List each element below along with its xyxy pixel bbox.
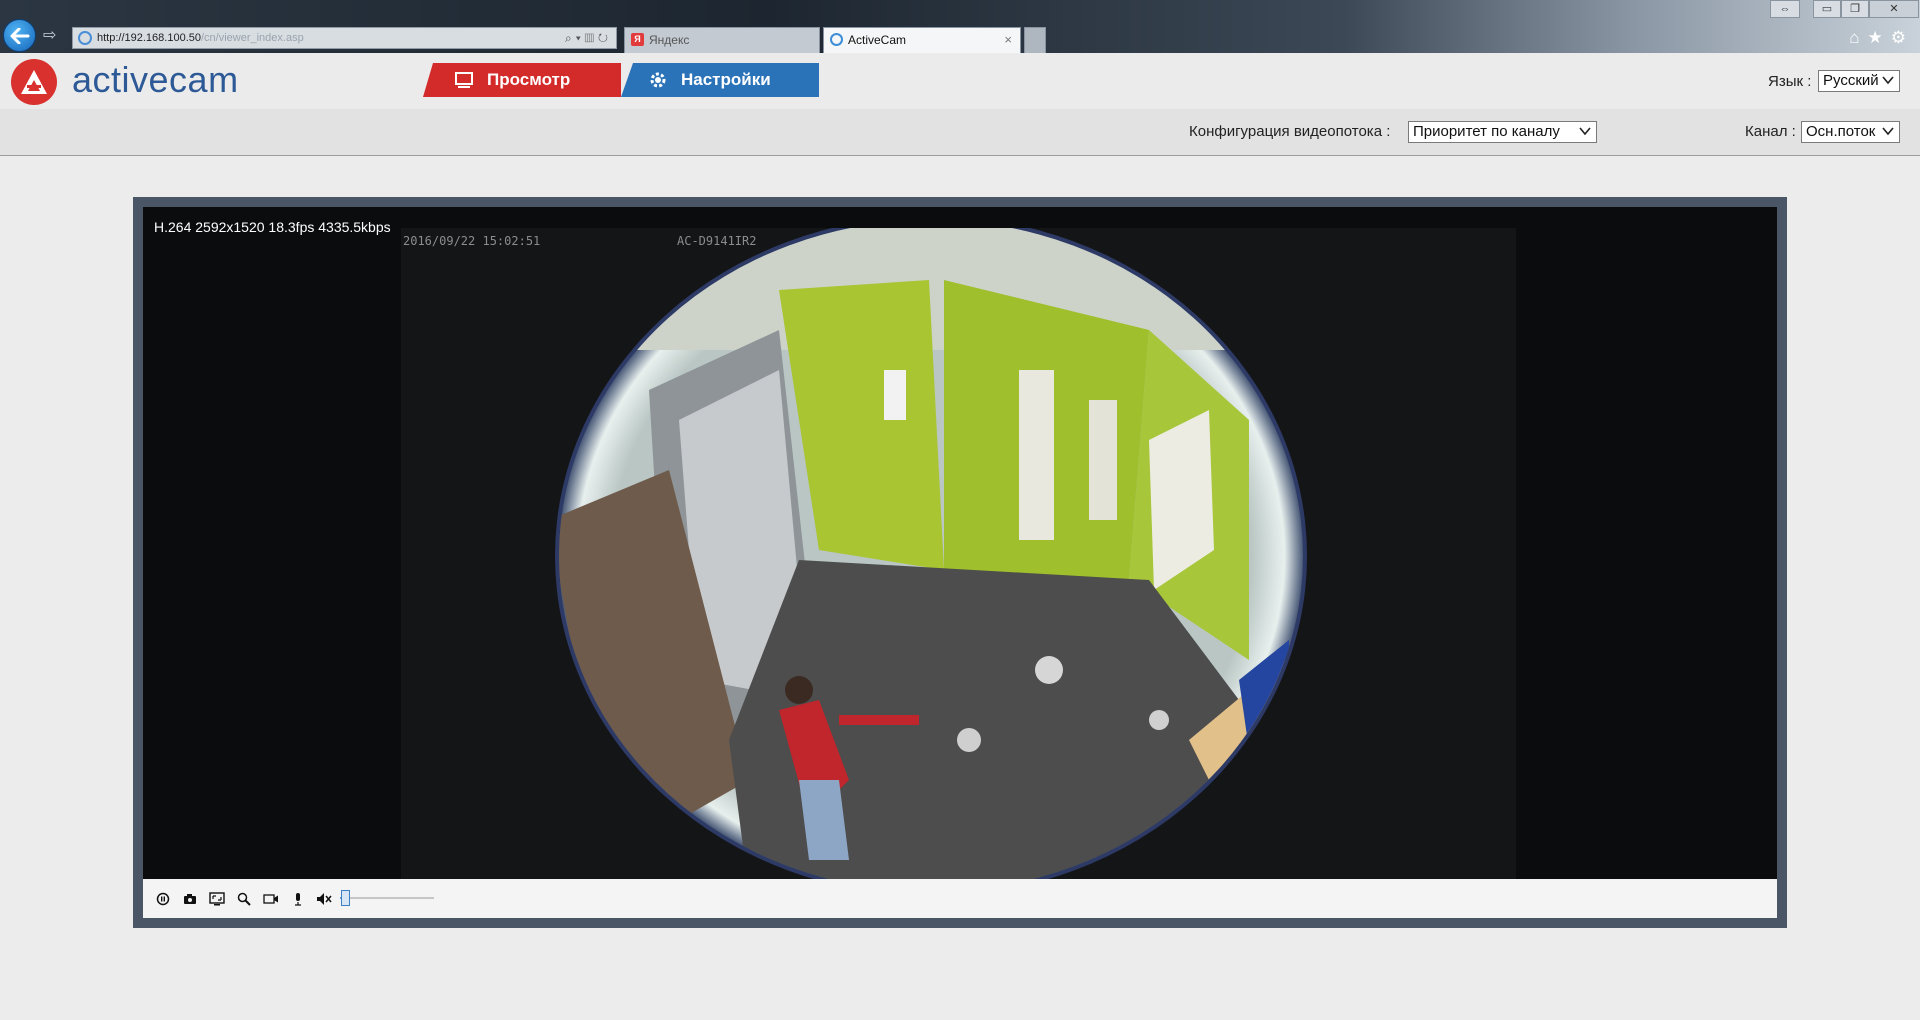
logo-text: activecam (72, 59, 239, 100)
zoom-icon[interactable] (234, 889, 254, 909)
app-header: activecam Просмотр Настройки Язык : Русс… (0, 53, 1920, 109)
snapshot-icon[interactable] (180, 889, 200, 909)
close-window-icon[interactable]: ✕ (1869, 0, 1919, 18)
language-value: Русский (1823, 72, 1879, 89)
stream-info: H.264 2592x1520 18.3fps 4335.5kbps (154, 219, 391, 235)
search-icon[interactable]: ⌕▾▥↻ (565, 28, 612, 48)
stream-config-label: Конфигурация видеопотока : (1189, 123, 1391, 140)
ie-favicon-icon (830, 33, 843, 46)
compat-icon[interactable]: ⇔ (1770, 0, 1800, 18)
volume-track[interactable] (340, 897, 434, 899)
gear-icon (649, 72, 667, 88)
url-path: /cn/viewer_index.asp (200, 32, 304, 44)
fisheye-view (555, 228, 1307, 879)
player-controls (143, 879, 1777, 918)
gear-icon[interactable]: ⚙ (1891, 28, 1914, 47)
video-viewport[interactable]: H.264 2592x1520 18.3fps 4335.5kbps 2016/… (143, 207, 1777, 879)
maximize-icon[interactable]: ❐ (1841, 0, 1869, 18)
close-tab-icon[interactable]: × (1004, 28, 1012, 52)
fullscreen-icon[interactable] (207, 889, 227, 909)
channel-label: Канал : (1745, 123, 1796, 140)
arrow-left-icon (10, 27, 29, 44)
tab-title: ActiveCam (848, 33, 907, 47)
tab-activecam[interactable]: ActiveCam × (823, 27, 1021, 53)
stream-config-select[interactable]: Приоритет по каналу (1408, 121, 1597, 143)
tab-view-label: Просмотр (487, 70, 571, 89)
microphone-icon[interactable] (288, 889, 308, 909)
tab-yandex[interactable]: Я Яндекс (624, 27, 820, 53)
osd-timestamp: 2016/09/22 15:02:51 (403, 234, 541, 248)
osd-camera-name: AC-D9141IR2 (677, 234, 757, 248)
tab-title: Яндекс (649, 33, 690, 47)
stream-config-value: Приоритет по каналу (1413, 123, 1560, 140)
mute-icon[interactable] (314, 889, 334, 909)
video-player: H.264 2592x1520 18.3fps 4335.5kbps 2016/… (133, 197, 1787, 928)
channel-select[interactable]: Осн.поток (1801, 121, 1900, 143)
channel-value: Осн.поток (1806, 123, 1876, 140)
chevron-down-icon (1579, 127, 1591, 136)
chevron-down-icon (1882, 127, 1894, 136)
language-select[interactable]: Русский (1818, 70, 1900, 92)
stream-toolbar: Конфигурация видеопотока : Приоритет по … (0, 109, 1920, 156)
forward-button[interactable]: ⇨ (43, 27, 63, 45)
browser-icons: ⌂★⚙ (1849, 28, 1914, 48)
arrow-right-icon: ⇨ (43, 27, 57, 44)
address-bar[interactable]: http://192.168.100.50/cn/viewer_index.as… (72, 27, 617, 49)
browser-toolbar: ⇨ http://192.168.100.50/cn/viewer_index.… (0, 0, 1920, 53)
activecam-logo-icon (11, 59, 57, 105)
minimize-icon[interactable]: ▭ (1813, 0, 1841, 18)
new-tab-button[interactable] (1024, 27, 1046, 53)
url-host: http://192.168.100.50 (97, 32, 201, 44)
ie-page-icon (78, 31, 92, 45)
camera-image: 2016/09/22 15:02:51 AC-D9141IR2 (401, 228, 1516, 879)
tab-view[interactable]: Просмотр (423, 63, 621, 97)
tab-settings-label: Настройки (681, 70, 771, 89)
video-record-icon[interactable] (261, 889, 281, 909)
back-button[interactable] (3, 19, 36, 52)
yandex-favicon-icon: Я (631, 33, 644, 46)
tab-settings[interactable]: Настройки (621, 63, 819, 97)
chevron-down-icon (1882, 76, 1894, 85)
star-icon[interactable]: ★ (1868, 28, 1891, 47)
monitor-icon (455, 72, 473, 88)
record-icon[interactable] (153, 889, 173, 909)
home-icon[interactable]: ⌂ (1849, 28, 1867, 47)
language-label: Язык : (1768, 73, 1812, 90)
volume-slider-handle[interactable] (340, 890, 350, 906)
